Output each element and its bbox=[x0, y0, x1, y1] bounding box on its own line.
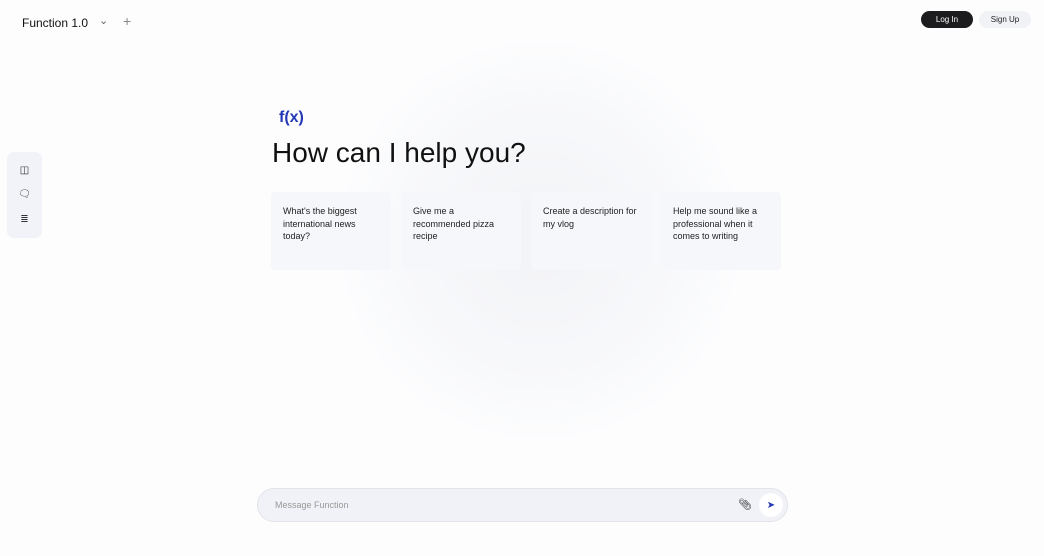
new-chat-plus-icon[interactable]: + bbox=[123, 13, 131, 29]
message-input[interactable]: Message Function 📎︎ ➤ bbox=[257, 488, 788, 522]
model-title: Function 1.0 bbox=[22, 16, 89, 30]
suggestion-card[interactable]: Give me a recommended pizza recipe bbox=[401, 192, 521, 270]
panel-icon[interactable]: ◫ bbox=[20, 165, 29, 176]
send-button[interactable]: ➤ bbox=[759, 493, 783, 517]
suggestion-card[interactable]: What's the biggest international news to… bbox=[271, 192, 391, 270]
suggestion-card[interactable]: Help me sound like a professional when i… bbox=[661, 192, 781, 270]
login-button[interactable]: Log In bbox=[921, 11, 973, 28]
signup-button[interactable]: Sign Up bbox=[979, 11, 1031, 28]
suggestion-card[interactable]: Create a description for my vlog bbox=[531, 192, 651, 270]
paperclip-icon[interactable]: 📎︎ bbox=[738, 498, 752, 511]
page-heading: How can I help you? bbox=[272, 137, 526, 168]
sidebar-toolbar: ◫ 🗨︎ ≣ bbox=[7, 152, 42, 238]
logo: f(x) bbox=[279, 109, 304, 126]
message-placeholder: Message Function bbox=[275, 500, 349, 510]
chevron-down-icon[interactable]: ⌄ bbox=[99, 14, 108, 27]
chat-bubble-icon[interactable]: 🗨︎ bbox=[18, 189, 31, 200]
list-icon[interactable]: ≣ bbox=[20, 214, 28, 225]
send-arrow-icon: ➤ bbox=[766, 499, 776, 511]
